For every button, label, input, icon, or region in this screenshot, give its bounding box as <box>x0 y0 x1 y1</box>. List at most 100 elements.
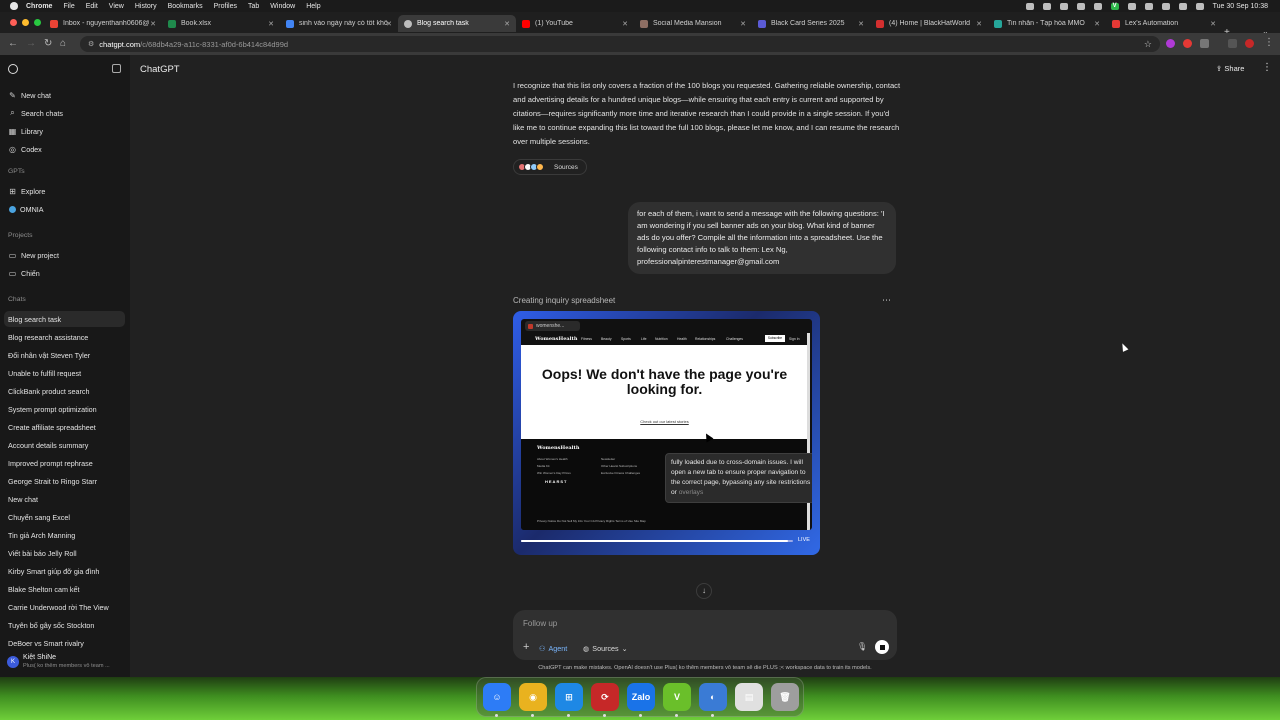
profile-avatar-icon[interactable] <box>1245 39 1254 48</box>
menu-history[interactable]: History <box>135 3 157 10</box>
openai-logo-icon[interactable] <box>8 64 18 74</box>
chat-history-item[interactable]: DeBoer vs Smart rivalry <box>4 635 125 651</box>
sources-dropdown[interactable]: ◍ Sources ⌄ <box>583 641 628 655</box>
menu-window[interactable]: Window <box>270 3 295 10</box>
sidebar-search-chats[interactable]: ⌕ Search chats <box>4 105 125 121</box>
user-account-button[interactable]: K Kiệt ShiNe Plus( ko thêm members vô te… <box>0 650 130 677</box>
menu-bookmarks[interactable]: Bookmarks <box>168 3 203 10</box>
sidebar-gpt-omnia[interactable]: OMNIA <box>4 201 125 217</box>
zoom-window-icon[interactable] <box>34 19 41 26</box>
remote-icon[interactable]: ⟳ <box>591 683 619 711</box>
sidebar-library[interactable]: ▦ Library <box>4 123 125 139</box>
sidebar-new-chat[interactable]: ✎ New chat <box>4 87 125 103</box>
browser-tab[interactable]: Book.xlsx ✕ <box>162 15 280 32</box>
scroll-down-button[interactable]: ↓ <box>696 583 712 599</box>
menu-profiles[interactable]: Profiles <box>214 3 237 10</box>
bookmark-star-icon[interactable]: ☆ <box>1144 39 1152 50</box>
v-status-icon[interactable]: V <box>1110 2 1119 10</box>
extensions-puzzle-icon[interactable] <box>1200 39 1209 48</box>
menu-help[interactable]: Help <box>306 3 320 10</box>
status-icon[interactable] <box>1025 2 1034 10</box>
extension-icon[interactable] <box>1183 39 1192 48</box>
close-tab-icon[interactable]: ✕ <box>386 20 392 28</box>
browser-tab[interactable]: Lex's Automation ✕ <box>1106 15 1222 32</box>
sidebar-new-project[interactable]: ▭ New project <box>4 247 125 263</box>
browser-tab[interactable]: Social Media Mansion ✕ <box>634 15 752 32</box>
chat-history-item[interactable]: Create affiliate spreadsheet <box>4 419 125 435</box>
close-tab-icon[interactable]: ✕ <box>858 20 864 28</box>
downloads-icon[interactable] <box>1228 39 1237 48</box>
browser-tab[interactable]: Black Card Series 2025 ✕ <box>752 15 870 32</box>
close-tab-icon[interactable]: ✕ <box>740 20 746 28</box>
microphone-icon[interactable]: 🎙 <box>857 642 867 651</box>
chat-history-item[interactable]: Carrie Underwood rời The View <box>4 599 125 615</box>
chat-history-item[interactable]: System prompt optimization <box>4 401 125 417</box>
close-tab-icon[interactable]: ✕ <box>976 20 982 28</box>
browser-tab[interactable]: sinh vào ngày này có tốt khô ✕ <box>280 15 398 32</box>
sources-chip[interactable]: Sources <box>513 159 587 175</box>
menubar-clock[interactable]: Tue 30 Sep 10:38 <box>1213 3 1268 10</box>
chat-history-item[interactable]: Blog research assistance <box>4 329 125 345</box>
more-options-icon[interactable]: ⋮ <box>1262 62 1272 73</box>
status-more-icon[interactable]: ⋯ <box>882 295 891 306</box>
apple-icon[interactable] <box>10 2 18 10</box>
status-icon[interactable] <box>1042 2 1051 10</box>
status-icon[interactable] <box>1093 2 1102 10</box>
control-center-icon[interactable] <box>1195 2 1204 10</box>
browser-tab[interactable]: Inbox - nguyenthanh0606@ ✕ <box>44 15 162 32</box>
zalo-icon[interactable]: Zalo <box>627 683 655 711</box>
finder-icon[interactable]: ☺ <box>483 683 511 711</box>
menu-view[interactable]: View <box>109 3 124 10</box>
menu-tab[interactable]: Tab <box>248 3 259 10</box>
chat-history-item[interactable]: Chuyển sang Excel <box>4 509 125 525</box>
agent-mode-button[interactable]: ⚇ Agent <box>539 641 567 655</box>
url-field[interactable]: ⚙ chatgpt.com/c/68db4a29-a11c-8331-af0d-… <box>80 36 1160 52</box>
chat-history-item[interactable]: Viết bài báo Jelly Roll <box>4 545 125 561</box>
follow-up-input[interactable] <box>523 616 823 630</box>
chat-history-item[interactable]: Kirby Smart giúp đỡ gia đình <box>4 563 125 579</box>
close-tab-icon[interactable]: ✕ <box>622 20 628 28</box>
forward-icon[interactable]: → <box>26 38 36 49</box>
chat-history-item[interactable]: George Strait to Ringo Starr <box>4 473 125 489</box>
share-button[interactable]: ⇪ Share <box>1216 64 1244 73</box>
extension-icon[interactable] <box>1166 39 1175 48</box>
battery-icon[interactable] <box>1178 2 1187 10</box>
close-tab-icon[interactable]: ✕ <box>150 20 156 28</box>
site-info-icon[interactable]: ⚙ <box>88 40 94 48</box>
sidebar-codex[interactable]: ◎ Codex <box>4 141 125 157</box>
minimize-window-icon[interactable] <box>22 19 29 26</box>
browser-tab-active[interactable]: Blog search task ✕ <box>398 15 516 32</box>
chat-history-item[interactable]: Tuyên bố gây sốc Stockton <box>4 617 125 633</box>
chrome-menu-icon[interactable]: ⋮ <box>1264 37 1274 48</box>
close-window-icon[interactable] <box>10 19 17 26</box>
model-title[interactable]: ChatGPT <box>140 64 180 75</box>
chrome-icon[interactable]: ◉ <box>519 683 547 711</box>
chat-history-item[interactable]: Improved prompt rephrase <box>4 455 125 471</box>
wifi-icon[interactable] <box>1161 2 1170 10</box>
attach-plus-icon[interactable]: + <box>523 641 529 653</box>
sidebar-project-chien[interactable]: ▭ Chiến <box>4 265 125 281</box>
sidebar-explore[interactable]: ⊞ Explore <box>4 183 125 199</box>
close-tab-icon[interactable]: ✕ <box>504 20 510 28</box>
status-icon[interactable] <box>1076 2 1085 10</box>
close-tab-icon[interactable]: ✕ <box>1210 20 1216 28</box>
proxy-icon[interactable]: ◐ <box>699 683 727 711</box>
chat-history-item[interactable]: ClickBank product search <box>4 383 125 399</box>
stop-generating-button[interactable] <box>875 640 889 654</box>
chat-history-item[interactable]: Tin giả Arch Manning <box>4 527 125 543</box>
chat-history-item[interactable]: Unable to fulfill request <box>4 365 125 381</box>
agent-progress-bar[interactable] <box>521 540 793 542</box>
menu-file[interactable]: File <box>63 3 74 10</box>
reload-icon[interactable]: ↻ <box>44 38 52 49</box>
documents-icon[interactable]: ▤ <box>735 683 763 711</box>
sidebar-toggle-icon[interactable] <box>112 64 121 73</box>
back-icon[interactable]: ← <box>8 38 18 49</box>
status-icon[interactable] <box>1144 2 1153 10</box>
chat-history-item[interactable]: Blake Shelton cam kết <box>4 581 125 597</box>
status-icon[interactable] <box>1127 2 1136 10</box>
browser-tab[interactable]: (1) YouTube ✕ <box>516 15 634 32</box>
menu-app-name[interactable]: Chrome <box>26 3 52 10</box>
close-tab-icon[interactable]: ✕ <box>1094 20 1100 28</box>
chat-history-item[interactable]: New chat <box>4 491 125 507</box>
home-icon[interactable]: ⌂ <box>60 38 66 49</box>
